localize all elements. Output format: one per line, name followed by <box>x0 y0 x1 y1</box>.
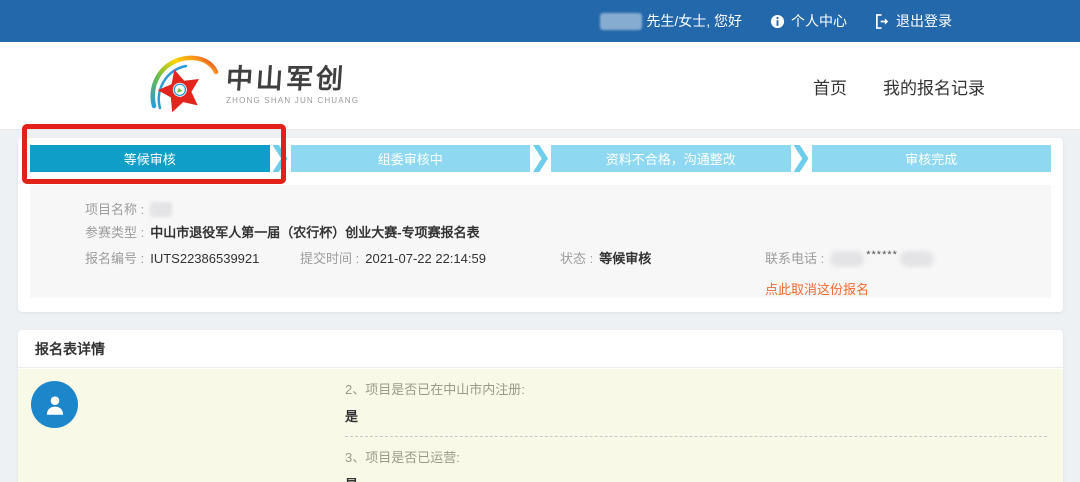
redacted-phone-prefix <box>830 251 864 267</box>
step-committee-reviewing: 组委审核中 <box>291 145 531 172</box>
logout-icon <box>875 14 890 29</box>
cancel-registration-link[interactable]: 点此取消这份报名 <box>765 278 869 301</box>
annotation-highlight-box <box>22 124 286 184</box>
category-label: 参赛类型 : <box>85 221 144 244</box>
logout-label: 退出登录 <box>896 11 952 31</box>
logo-text: 中山军创 ZHONG SHAN JUN CHUANG <box>226 64 359 105</box>
registration-number-value: IUTS22386539921 <box>150 247 259 270</box>
site-header: 中山军创 ZHONG SHAN JUN CHUANG 首页 我的报名记录 <box>0 42 1080 130</box>
contact-phone-label: 联系电话 : <box>765 247 824 270</box>
greeting-text: 先生/女士, 您好 <box>646 11 742 31</box>
site-logo: 中山军创 ZHONG SHAN JUN CHUANG <box>148 52 359 116</box>
personal-center-link[interactable]: 个人中心 <box>770 11 847 31</box>
contact-phone: 联系电话 : ****** <box>765 247 934 270</box>
registration-detail-card: 报名表详情 2、项目是否已在中山市内注册: 是 3、项目是否已运营: 是 <box>18 330 1063 482</box>
category-value: 中山市退役军人第一届（农行杯）创业大赛-专项赛报名表 <box>150 221 479 244</box>
page: 先生/女士, 您好 个人中心 退出登录 <box>0 0 1080 482</box>
logout-link[interactable]: 退出登录 <box>875 11 952 31</box>
redacted-username <box>600 13 642 30</box>
logo-star-icon <box>148 52 220 116</box>
answer-registered-in-zhongshan: 是 <box>345 409 1047 425</box>
registration-number: 报名编号 : IUTS22386539921 <box>85 247 300 270</box>
person-icon <box>42 392 68 418</box>
qa-list: 2、项目是否已在中山市内注册: 是 3、项目是否已运营: 是 <box>345 381 1047 482</box>
summary-panel: 项目名称 : 参赛类型 : 中山市退役军人第一届（农行杯）创业大赛-专项赛报名表… <box>30 185 1051 298</box>
submit-time-label: 提交时间 : <box>300 247 359 270</box>
step-review-complete: 审核完成 <box>812 145 1052 172</box>
chevron-right-icon <box>794 145 809 172</box>
info-icon <box>770 14 785 29</box>
submit-time: 提交时间 : 2021-07-22 22:14:59 <box>300 247 560 270</box>
nav-my-registrations[interactable]: 我的报名记录 <box>883 74 985 99</box>
detail-body: 2、项目是否已在中山市内注册: 是 3、项目是否已运营: 是 <box>18 369 1063 482</box>
personal-center-label: 个人中心 <box>791 11 847 31</box>
project-name-row: 项目名称 : <box>85 198 1051 221</box>
redacted-project-name <box>150 202 172 217</box>
redacted-phone-suffix <box>900 251 934 267</box>
dashed-divider <box>345 436 1047 437</box>
answer-project-operating: 是 <box>345 477 1047 482</box>
status: 状态 : 等候审核 <box>560 247 765 270</box>
registration-number-label: 报名编号 : <box>85 247 144 270</box>
user-greeting: 先生/女士, 您好 <box>600 11 742 31</box>
question-project-operating: 3、项目是否已运营: <box>345 449 1047 466</box>
project-name-label: 项目名称 : <box>85 198 144 221</box>
detail-section-title: 报名表详情 <box>18 330 1063 368</box>
main-nav: 首页 我的报名记录 <box>813 74 985 99</box>
chevron-right-icon <box>533 145 548 172</box>
step-materials-rectify: 资料不合格，沟通整改 <box>551 145 791 172</box>
contact-block: 联系电话 : ****** 点此取消这份报名 <box>765 247 934 301</box>
topbar: 先生/女士, 您好 个人中心 退出登录 <box>0 0 1080 42</box>
question-registered-in-zhongshan: 2、项目是否已在中山市内注册: <box>345 381 1047 398</box>
meta-row: 报名编号 : IUTS22386539921 提交时间 : 2021-07-22… <box>85 247 1051 301</box>
status-label: 状态 : <box>560 247 593 270</box>
submit-time-value: 2021-07-22 22:14:59 <box>365 247 486 270</box>
category-row: 参赛类型 : 中山市退役军人第一届（农行杯）创业大赛-专项赛报名表 <box>85 221 1051 244</box>
phone-masked-digits: ****** <box>866 244 898 267</box>
logo-title: 中山军创 <box>225 64 360 94</box>
logo-subtitle: ZHONG SHAN JUN CHUANG <box>226 96 359 105</box>
user-avatar-icon <box>31 381 78 428</box>
status-value: 等候审核 <box>599 247 651 270</box>
nav-home[interactable]: 首页 <box>813 74 847 99</box>
